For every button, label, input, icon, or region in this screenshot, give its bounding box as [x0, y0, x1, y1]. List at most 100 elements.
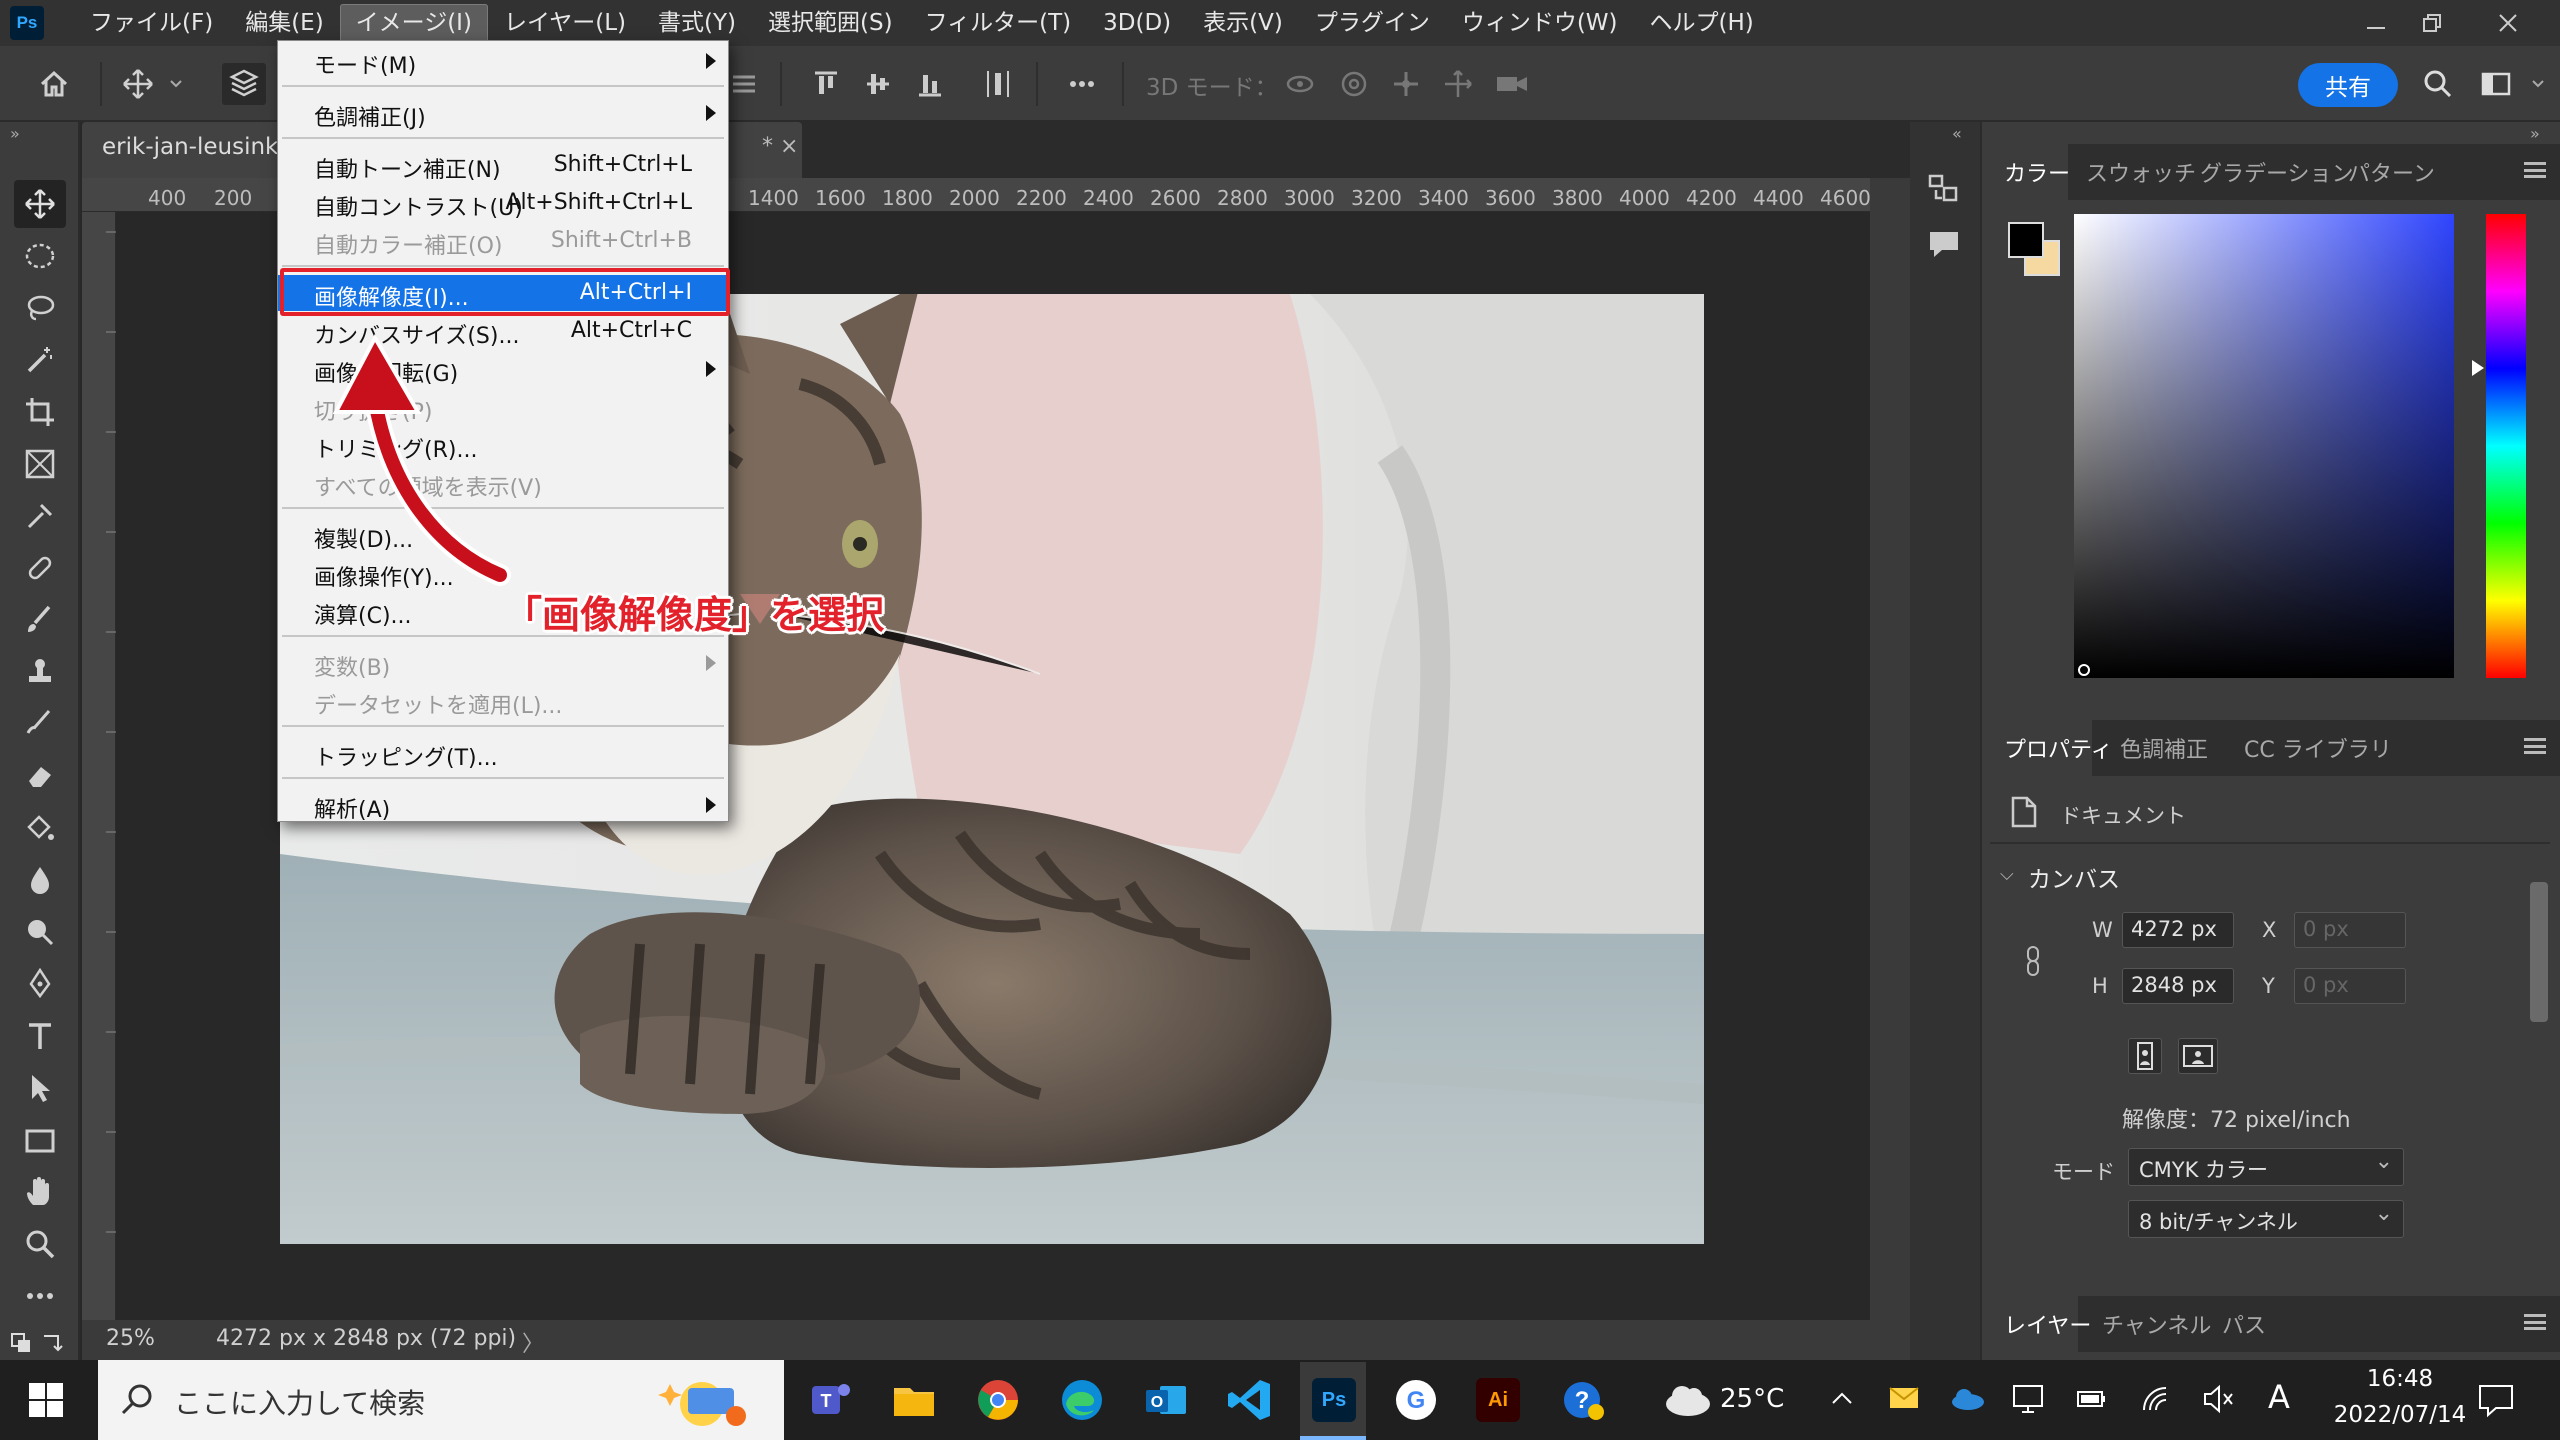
align-icon[interactable] — [726, 66, 762, 102]
menu-help[interactable]: ヘルプ(H) — [1634, 4, 1770, 42]
menu-select[interactable]: 選択範囲(S) — [752, 4, 909, 42]
onedrive-icon[interactable] — [1950, 1386, 1986, 1412]
illustrator-icon[interactable]: Ai — [1470, 1372, 1526, 1428]
file-explorer-icon[interactable] — [886, 1372, 942, 1428]
y-field[interactable]: 0 px — [2294, 968, 2406, 1004]
tab-cc-libraries[interactable]: CC ライブラリ — [2244, 732, 2392, 764]
document-scroll-area[interactable] — [1870, 178, 1910, 1320]
workspace-icon[interactable] — [2478, 66, 2514, 102]
frame-tool-icon[interactable] — [14, 440, 66, 488]
panel-menu-icon[interactable] — [2524, 738, 2546, 754]
remote-desktop-icon[interactable] — [2012, 1384, 2044, 1414]
menu-file[interactable]: ファイル(F) — [74, 4, 229, 42]
mail-icon[interactable] — [1888, 1386, 1920, 1410]
history-panel-icon[interactable] — [1926, 170, 1962, 206]
crop-tool-icon[interactable] — [14, 388, 66, 436]
dodge-tool-icon[interactable] — [14, 908, 66, 956]
tab-layers[interactable]: レイヤー — [2004, 1308, 2091, 1340]
clock-date[interactable]: 2022/07/14 — [2318, 1402, 2482, 1428]
search-highlight-icon[interactable] — [652, 1364, 752, 1436]
menu-view[interactable]: 表示(V) — [1187, 4, 1299, 42]
3d-orbit-icon[interactable] — [1282, 66, 1318, 102]
menu-filter[interactable]: フィルター(T) — [909, 4, 1088, 42]
search-icon[interactable] — [2420, 66, 2456, 102]
paint-bucket-icon[interactable] — [14, 804, 66, 852]
outlook-icon[interactable]: O — [1138, 1372, 1194, 1428]
color-picker-cursor[interactable] — [2078, 664, 2090, 676]
hue-slider[interactable] — [2486, 214, 2526, 678]
restore-icon[interactable] — [2404, 0, 2460, 46]
pen-tool-icon[interactable] — [14, 960, 66, 1008]
close-icon[interactable] — [2480, 0, 2536, 46]
menu-item-variables[interactable]: 変数(B) — [278, 645, 728, 681]
marquee-tool-icon[interactable] — [14, 232, 66, 280]
collapse-arrows-icon[interactable]: » — [10, 124, 20, 143]
x-field[interactable]: 0 px — [2294, 912, 2406, 948]
foreground-color-swatch[interactable] — [2008, 222, 2044, 258]
hand-tool-icon[interactable] — [14, 1168, 66, 1216]
eraser-icon[interactable] — [14, 752, 66, 800]
search-placeholder[interactable]: ここに入力して検索 — [174, 1382, 425, 1422]
windows-start-icon[interactable] — [28, 1382, 64, 1418]
chevron-down-icon[interactable]: ⌵ — [2000, 864, 2014, 885]
landscape-orientation-icon[interactable] — [2178, 1038, 2218, 1074]
menu-item-auto-tone[interactable]: 自動トーン補正(N) Shift+Ctrl+L — [278, 147, 728, 183]
tab-adjustments[interactable]: 色調補正 — [2120, 732, 2208, 764]
zoom-tool-icon[interactable] — [14, 1220, 66, 1268]
tab-channels[interactable]: チャンネル — [2102, 1308, 2211, 1340]
collapse-arrows-icon[interactable]: » — [2530, 124, 2540, 143]
document-tab-title[interactable]: erik-jan-leusink- — [102, 134, 287, 160]
eyedropper-icon[interactable] — [14, 492, 66, 540]
menu-plugins[interactable]: プラグイン — [1299, 4, 1446, 42]
align-bottom-icon[interactable] — [912, 66, 948, 102]
volume-muted-icon[interactable] — [2202, 1384, 2236, 1414]
wifi-icon[interactable] — [2140, 1384, 2172, 1414]
menu-3d[interactable]: 3D(D) — [1087, 4, 1187, 42]
edge-icon[interactable] — [1054, 1372, 1110, 1428]
menu-item-trap[interactable]: トラッピング(T)... — [278, 735, 728, 771]
tab-paths[interactable]: パス — [2222, 1308, 2266, 1340]
hue-slider-handle[interactable] — [2472, 360, 2484, 376]
more-options-icon[interactable] — [1064, 66, 1100, 102]
tab-properties[interactable]: プロパティ — [2004, 732, 2113, 764]
tab-color[interactable]: カラー — [2004, 156, 2070, 188]
tab-patterns[interactable]: パターン — [2348, 156, 2435, 188]
edit-toolbar-icon[interactable] — [14, 1272, 66, 1320]
color-picker-field[interactable] — [2074, 214, 2454, 678]
type-tool-icon[interactable] — [14, 1012, 66, 1060]
menu-item-analysis[interactable]: 解析(A) — [278, 787, 728, 823]
chevron-down-icon[interactable] — [166, 66, 186, 102]
menu-item-auto-contrast[interactable]: 自動コントラスト(U) Alt+Shift+Ctrl+L — [278, 185, 728, 221]
width-field[interactable]: 4272 px — [2122, 912, 2234, 948]
tray-chevron-up-icon[interactable] — [1830, 1388, 1854, 1408]
menu-item-apply-data-set[interactable]: データセットを適用(L)... — [278, 683, 728, 719]
menu-type[interactable]: 書式(Y) — [642, 4, 752, 42]
magic-wand-icon[interactable] — [14, 336, 66, 384]
portrait-orientation-icon[interactable] — [2128, 1038, 2162, 1074]
battery-icon[interactable] — [2076, 1386, 2108, 1412]
ime-indicator[interactable]: A — [2268, 1378, 2290, 1416]
3d-roll-icon[interactable] — [1336, 66, 1372, 102]
move-tool-icon[interactable] — [14, 180, 66, 228]
document-tab-close[interactable]: * × — [762, 134, 798, 159]
canvas-section-title[interactable]: カンバス — [2028, 860, 2120, 894]
menu-edit[interactable]: 編集(E) — [229, 4, 339, 42]
chrome-icon[interactable] — [970, 1372, 1026, 1428]
brush-tool-icon[interactable] — [14, 596, 66, 644]
clone-stamp-icon[interactable] — [14, 648, 66, 696]
share-button[interactable]: 共有 — [2298, 63, 2398, 107]
move-tool-icon[interactable] — [120, 66, 156, 102]
color-mode-select[interactable]: CMYK カラー — [2128, 1148, 2404, 1186]
healing-brush-icon[interactable] — [14, 544, 66, 592]
rectangle-tool-icon[interactable] — [14, 1116, 66, 1164]
blur-tool-icon[interactable] — [14, 856, 66, 904]
panel-menu-icon[interactable] — [2524, 162, 2546, 178]
properties-scrollbar[interactable] — [2530, 882, 2548, 1022]
link-icon[interactable] — [2022, 944, 2046, 978]
weather-cloud-icon[interactable] — [1662, 1382, 1714, 1418]
3d-slide-icon[interactable] — [1440, 66, 1476, 102]
3d-camera-icon[interactable] — [1494, 66, 1530, 102]
zoom-level[interactable]: 25% — [106, 1326, 155, 1351]
menu-image[interactable]: イメージ(I) — [339, 4, 488, 42]
google-icon[interactable]: G — [1388, 1372, 1444, 1428]
